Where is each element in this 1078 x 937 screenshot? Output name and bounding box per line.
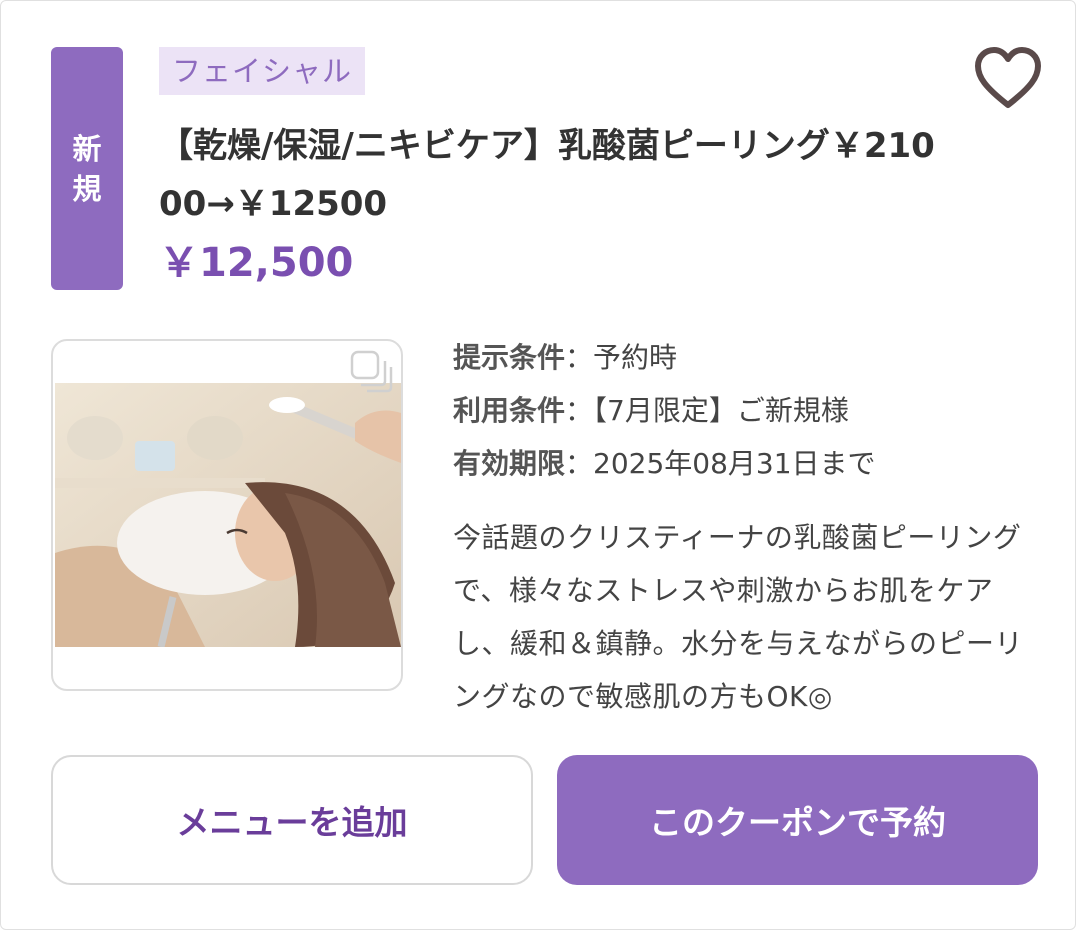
condition-row-presentation: 提示条件：予約時 [453,331,876,384]
badge-char-2: 規 [72,171,102,206]
condition-value: 予約時 [593,341,678,374]
condition-value: 2025年08月31日まで [593,447,876,480]
condition-label: 利用条件 [453,394,566,427]
condition-label: 有効期限 [453,447,566,480]
condition-value: 【7月限定】ご新規様 [593,394,849,427]
condition-row-usage: 利用条件：【7月限定】ご新規様 [453,384,876,437]
heart-icon[interactable] [973,45,1043,111]
coupon-description: 今話題のクリスティーナの乳酸菌ピーリングで、様々なストレスや刺激からお肌をケアし… [453,521,1024,713]
badge-char-1: 新 [72,131,102,166]
condition-separator: ： [565,394,594,427]
stacked-photos-icon [350,350,393,393]
new-customer-badge: 新 規 [51,47,123,290]
condition-separator: ： [565,341,594,374]
condition-row-expiry: 有効期限：2025年08月31日まで [453,437,876,490]
condition-label: 提示条件 [453,341,566,374]
coupon-title: 【乾燥/保湿/ニキビケア】乳酸菌ピーリング￥21000→￥12500 [159,126,935,224]
coupon-price: ￥12,500 [159,240,354,286]
coupon-photo[interactable] [51,339,403,691]
facial-treatment-photo [55,383,401,647]
coupon-conditions: 提示条件：予約時 利用条件：【7月限定】ご新規様 有効期限：2025年08月31… [453,331,876,490]
condition-separator: ： [565,447,594,480]
coupon-card: 新 規 フェイシャル 【乾燥/保湿/ニキビケア】乳酸菌ピーリング￥21000→￥… [0,0,1076,930]
reserve-with-coupon-button[interactable]: このクーポンで予約 [557,755,1038,885]
add-menu-button[interactable]: メニューを追加 [51,755,533,885]
category-tag: フェイシャル [159,47,366,95]
